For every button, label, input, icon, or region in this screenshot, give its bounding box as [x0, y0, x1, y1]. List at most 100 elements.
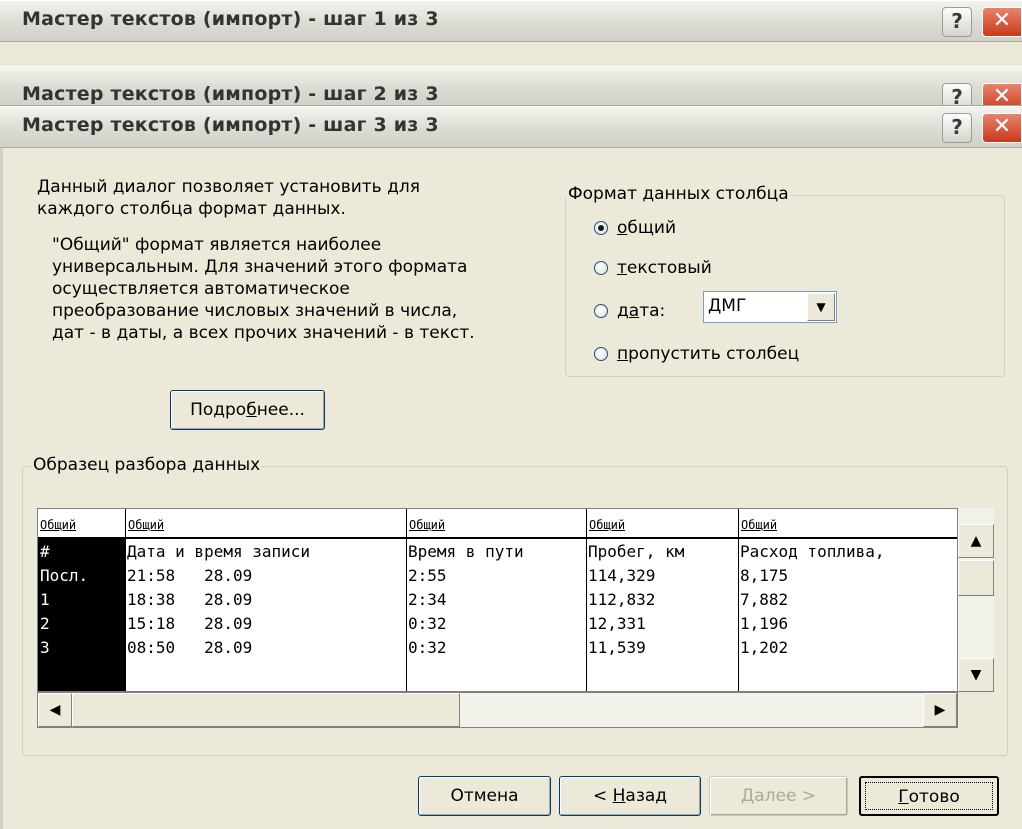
back-button-pre: < [592, 786, 613, 806]
table-cell: 1,196 [740, 614, 789, 633]
preview-header-cell[interactable]: Общий [586, 509, 738, 537]
help-button-step1[interactable]: ? [942, 7, 972, 37]
table-cell: # [40, 542, 50, 561]
radio-date[interactable]: дата: [594, 301, 665, 321]
date-format-value: ДМГ [708, 296, 747, 316]
scroll-thumb-horizontal[interactable] [72, 693, 460, 727]
cancel-button-label: Отмена [450, 786, 519, 806]
preview-header-cell[interactable]: Общий [125, 509, 406, 537]
window-titlebar-step1[interactable]: Мастер текстов (импорт) - шаг 1 из 3 ? ✕ [0, 0, 1022, 42]
column-divider [586, 539, 587, 691]
radio-date-label: дата: [617, 301, 665, 321]
finish-button-label: отово [908, 787, 960, 807]
close-button-step1[interactable]: ✕ [982, 7, 1022, 37]
table-cell: 1 [40, 590, 50, 609]
details-button[interactable]: Подробнее... [170, 390, 325, 430]
table-cell: 3 [40, 638, 50, 657]
radio-general[interactable]: общий [594, 218, 676, 238]
column-divider [738, 539, 739, 691]
close-icon: ✕ [992, 8, 1012, 33]
details-button-accel: б [246, 400, 257, 420]
table-cell: 2 [40, 614, 50, 633]
arrow-down-icon: ▼ [970, 667, 982, 683]
help-icon: ? [951, 85, 963, 106]
help-button-step2[interactable]: ? [942, 83, 972, 106]
radio-text[interactable]: текстовый [594, 258, 712, 278]
cancel-button[interactable]: Отмена [418, 776, 551, 816]
radio-date-circle[interactable] [594, 304, 608, 318]
chevron-down-icon[interactable]: ▼ [807, 293, 835, 321]
horizontal-scrollbar[interactable]: ◀ ▶ [37, 692, 958, 728]
radio-date-pre: д [617, 301, 629, 321]
arrow-right-icon: ▶ [934, 702, 946, 718]
next-button-label: Далее > [740, 786, 817, 806]
help-button[interactable]: ? [942, 113, 972, 143]
table-cell: 112,832 [588, 590, 656, 609]
table-cell: Расход топлива, [740, 542, 885, 561]
table-cell: Время в пути [408, 542, 524, 561]
selected-column-highlight [38, 539, 125, 691]
finish-button[interactable]: Готово [859, 776, 999, 816]
back-button[interactable]: < Назад [559, 776, 701, 816]
radio-text-rest: екстовый [626, 258, 712, 278]
radio-text-circle[interactable] [594, 261, 608, 275]
back-button-post: азад [625, 786, 668, 806]
next-button[interactable]: Далее > [709, 776, 848, 816]
close-icon: ✕ [992, 84, 1012, 106]
table-cell: 7,882 [740, 590, 789, 609]
table-cell: Дата и время записи [127, 542, 311, 561]
data-preview-grid[interactable]: Общий Общий Общий Общий Общий # Дата и в… [37, 508, 958, 692]
scroll-thumb[interactable] [958, 560, 994, 596]
description-para2-line-5: дат - в даты, а всех прочих значений - в… [52, 323, 475, 343]
help-icon: ? [951, 115, 963, 139]
date-format-combo[interactable]: ДМГ ▼ [703, 291, 837, 323]
window-body-step1 [0, 42, 1022, 66]
scroll-left-button[interactable]: ◀ [38, 693, 72, 727]
radio-skip-label: пропустить столбец [617, 344, 799, 364]
radio-skip[interactable]: пропустить столбец [594, 344, 799, 364]
details-button-label-pre: Подро [190, 400, 247, 420]
window-title-step2: Мастер текстов (импорт) - шаг 2 из 3 [22, 83, 439, 105]
scroll-down-button[interactable]: ▼ [958, 658, 994, 692]
description-para2-line-2: универсальным. Для значений этого формат… [52, 257, 468, 277]
table-cell: 0:32 [408, 614, 447, 633]
radio-general-circle[interactable] [594, 221, 608, 235]
radio-date-post: та: [639, 301, 666, 321]
table-cell: Пробег, км [588, 542, 685, 561]
column-divider [125, 539, 126, 691]
back-button-accel: Н [612, 786, 626, 806]
column-format-legend: Формат данных столбца [566, 184, 791, 204]
table-cell: 21:58 28.09 [127, 566, 253, 585]
radio-skip-circle[interactable] [594, 347, 608, 361]
arrow-up-icon: ▲ [970, 533, 982, 549]
radio-skip-accel: п [617, 344, 629, 364]
table-cell: 8,175 [740, 566, 789, 585]
table-cell: 15:18 28.09 [127, 614, 253, 633]
window-titlebar-step3[interactable]: Мастер текстов (импорт) - шаг 3 из 3 ? ✕ [0, 106, 1022, 148]
radio-skip-rest: ропустить столбец [628, 344, 800, 364]
preview-header-cell[interactable]: Общий [406, 509, 586, 537]
vertical-scrollbar[interactable]: ▲ ▼ [958, 508, 994, 692]
window-titlebar-step2[interactable]: Мастер текстов (импорт) - шаг 2 из 3 ? ✕ [0, 66, 1022, 106]
column-divider [406, 539, 407, 691]
radio-text-accel: т [617, 258, 627, 278]
preview-header-cell[interactable]: Общий [738, 509, 957, 537]
radio-date-accel: а [628, 301, 640, 321]
scroll-up-button[interactable]: ▲ [958, 524, 994, 558]
close-button-step2[interactable]: ✕ [982, 83, 1022, 106]
close-button[interactable]: ✕ [982, 113, 1022, 143]
description-line-2: каждого столбца формат данных. [37, 199, 346, 219]
table-cell: 2:34 [408, 590, 447, 609]
finish-button-accel: Г [898, 787, 909, 807]
description-para2-line-1: "Общий" формат является наиболее [52, 235, 382, 255]
scroll-right-button[interactable]: ▶ [923, 693, 957, 727]
window-title-step3: Мастер текстов (импорт) - шаг 3 из 3 [22, 114, 439, 136]
radio-general-accel: о [617, 218, 628, 238]
preview-header-cell[interactable]: Общий [38, 509, 125, 537]
table-cell: 18:38 28.09 [127, 590, 253, 609]
preview-header-row: Общий Общий Общий Общий Общий [38, 509, 957, 539]
table-cell: 0:32 [408, 638, 447, 657]
description-para2-line-4: преобразование числовых значений в числа… [52, 301, 458, 321]
close-icon: ✕ [992, 114, 1012, 139]
details-button-label-post: нее... [256, 400, 305, 420]
